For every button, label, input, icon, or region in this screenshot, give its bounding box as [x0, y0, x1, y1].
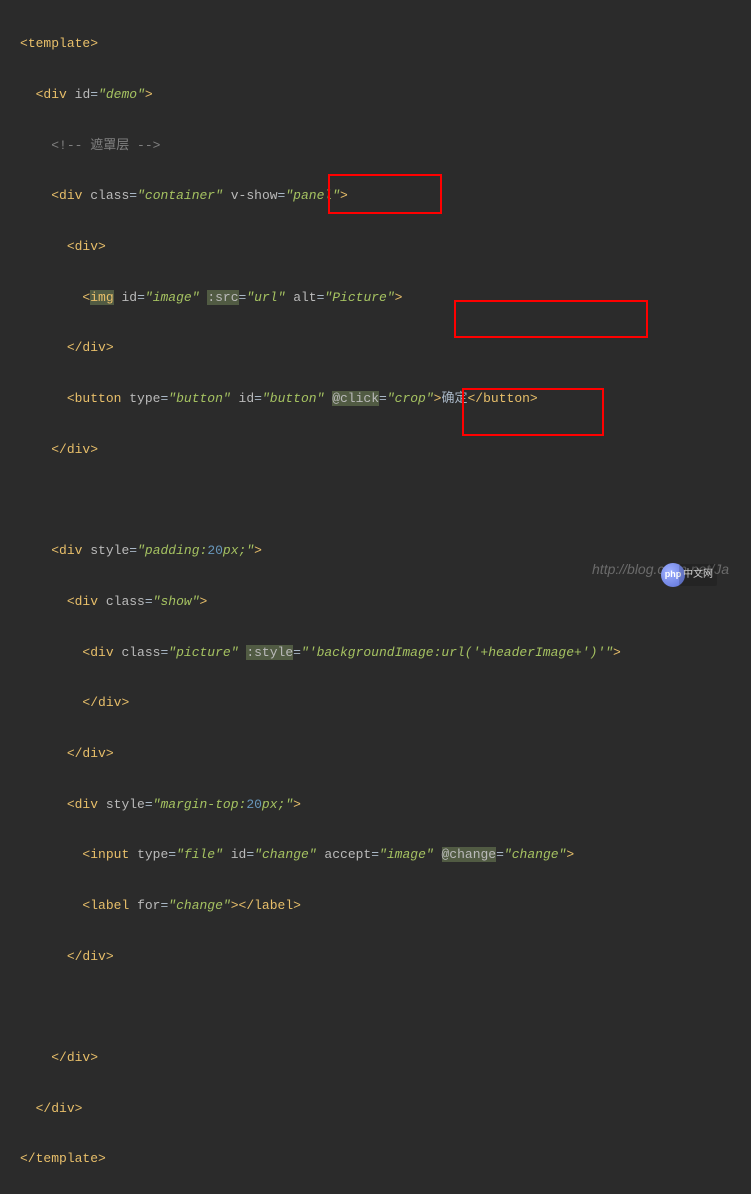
val-pxb: px;: [262, 797, 285, 812]
attr-type: type: [129, 391, 160, 406]
attr-style: style: [106, 797, 145, 812]
tag-div: div: [90, 645, 113, 660]
tag-button-close: button: [483, 391, 530, 406]
tag-div-container: div: [59, 188, 82, 203]
tag-button: button: [75, 391, 122, 406]
attr-change: @change: [442, 847, 497, 862]
val-px: px;: [223, 543, 246, 558]
tag-div-close: div: [82, 746, 105, 761]
val-margintop: margin-top:: [160, 797, 246, 812]
tag-label-close: label: [254, 898, 293, 913]
val-crop: crop: [395, 391, 426, 406]
tag-label: label: [90, 898, 129, 913]
val-container: container: [145, 188, 215, 203]
val-change-id: change: [262, 847, 309, 862]
tag-div-close: div: [67, 1050, 90, 1065]
tag-div-close: div: [51, 1101, 74, 1116]
attr-class: class: [121, 645, 160, 660]
attr-id: id: [239, 391, 255, 406]
tag-div-close: div: [98, 695, 121, 710]
tag-template-open: template: [28, 36, 90, 51]
val-panel: panel: [293, 188, 332, 203]
attr-class: class: [90, 188, 129, 203]
val-image: image: [153, 290, 192, 305]
val-picture: Picture: [332, 290, 387, 305]
attr-vshow: v-show: [231, 188, 278, 203]
tag-div-demo: div: [43, 87, 66, 102]
val-20: 20: [207, 543, 223, 558]
tag-img: img: [90, 290, 113, 305]
val-picture: picture: [176, 645, 231, 660]
tag-template-close: template: [36, 1151, 98, 1166]
tag-div: div: [75, 239, 98, 254]
attr-type: type: [137, 847, 168, 862]
attr-id: id: [231, 847, 247, 862]
tag-input: input: [90, 847, 129, 862]
attr-style-bind: :style: [246, 645, 293, 660]
attr-accept: accept: [324, 847, 371, 862]
tag-div-close: div: [67, 442, 90, 457]
attr-class: class: [106, 594, 145, 609]
comment-mask: <!-- 遮罩层 -->: [51, 138, 160, 153]
attr-alt: alt: [293, 290, 316, 305]
watermark-logo: php 中文网: [661, 563, 717, 587]
tag-div: div: [59, 543, 82, 558]
tag-div: div: [75, 594, 98, 609]
val-bgimage: 'backgroundImage:url('+headerImage+')': [309, 645, 605, 660]
val-url: url: [254, 290, 277, 305]
val-button-id: button: [270, 391, 317, 406]
val-image-accept: image: [387, 847, 426, 862]
attr-style: style: [90, 543, 129, 558]
attr-src: :src: [207, 290, 238, 305]
attr-click: @click: [332, 391, 379, 406]
val-file: file: [184, 847, 215, 862]
watermark-side-text: 中文网: [679, 564, 717, 586]
val-change: change: [512, 847, 559, 862]
val-change-for: change: [176, 898, 223, 913]
code-block: <template> <div id="demo"> <!-- 遮罩层 --> …: [0, 0, 751, 1194]
val-button-type: button: [176, 391, 223, 406]
attr-id: id: [75, 87, 91, 102]
attr-for: for: [137, 898, 160, 913]
val-20b: 20: [246, 797, 262, 812]
text-confirm: 确定: [441, 391, 467, 406]
val-padding: padding:: [145, 543, 207, 558]
val-show: show: [160, 594, 191, 609]
tag-div-close: div: [82, 949, 105, 964]
attr-id: id: [121, 290, 137, 305]
val-demo: demo: [106, 87, 137, 102]
tag-div: div: [75, 797, 98, 812]
tag-div-close: div: [82, 340, 105, 355]
